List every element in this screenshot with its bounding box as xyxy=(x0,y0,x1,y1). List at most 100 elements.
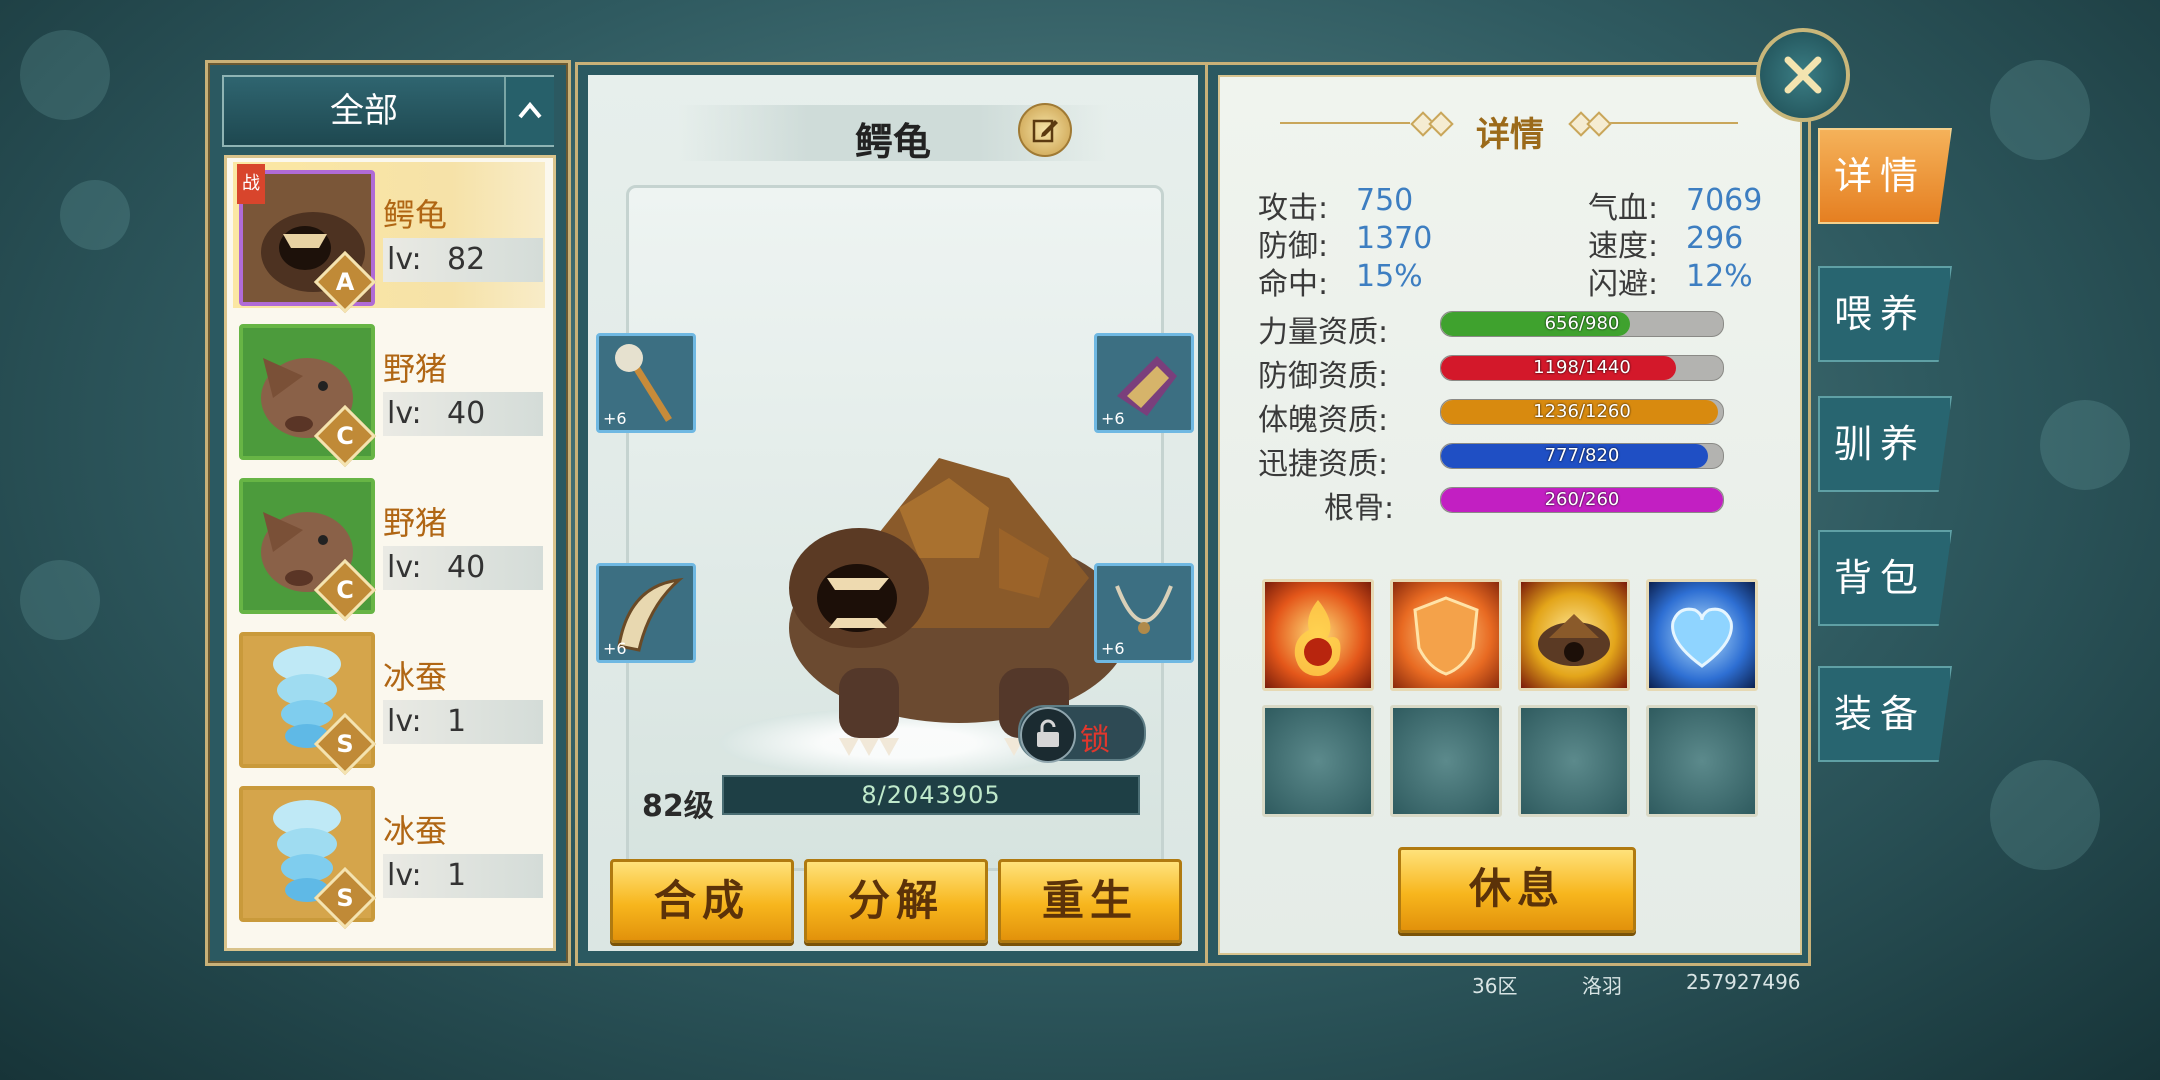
equip-slot-horn[interactable]: +6 xyxy=(596,563,696,663)
pet-list-item[interactable]: 冰蚕 lv: 1 S xyxy=(233,624,545,776)
rest-button[interactable]: 休息 xyxy=(1398,847,1636,933)
equip-slot-staff[interactable]: +6 xyxy=(596,333,696,433)
tab-train[interactable]: 驯养 xyxy=(1818,396,1952,492)
stat-value: 15% xyxy=(1356,259,1423,294)
aptitude-label: 根骨: xyxy=(1324,491,1395,526)
pet-level-value: 40 xyxy=(447,550,486,585)
aptitude-bar: 260/260 xyxy=(1440,487,1724,513)
pet-list[interactable]: 战 鳄龟 lv: 82 A 野猪 lv: 40 C 野猪 lv: 40 C 冰蚕… xyxy=(224,155,556,951)
pet-level: 82级 xyxy=(642,789,714,824)
pet-display-area: 鳄龟 +6 +6 +6 +6 锁 82级 8/2043905 合成 分解 重生 xyxy=(588,75,1198,951)
equip-enhance-level: +6 xyxy=(1101,639,1125,658)
pet-level-bar: lv: 1 xyxy=(383,854,543,898)
pet-level-value: 82 xyxy=(447,242,486,277)
exp-text: 8/2043905 xyxy=(861,781,1001,809)
aptitude-label: 防御资质: xyxy=(1258,359,1389,394)
empty-skill-slot[interactable] xyxy=(1518,705,1630,817)
equip-enhance-level: +6 xyxy=(603,639,627,658)
aptitude-text: 1236/1260 xyxy=(1533,401,1631,422)
pet-display-panel: 鳄龟 +6 +6 +6 +6 锁 82级 8/2043905 合成 分解 重生 xyxy=(575,62,1211,966)
tab-equipment[interactable]: 装备 xyxy=(1818,666,1952,762)
stat-value: 7069 xyxy=(1686,183,1763,218)
rebirth-button[interactable]: 重生 xyxy=(998,859,1182,943)
close-icon xyxy=(1784,56,1822,94)
combine-button[interactable]: 合成 xyxy=(610,859,794,943)
aptitude-text: 260/260 xyxy=(1544,489,1620,510)
pet-title: 鳄龟 xyxy=(854,120,931,164)
pet-name: 野猪 xyxy=(383,504,448,542)
aptitude-text: 777/820 xyxy=(1544,445,1620,466)
pet-level-bar: lv: 40 xyxy=(383,546,543,590)
stat-label: 命中: xyxy=(1258,267,1329,302)
skill-slot[interactable] xyxy=(1518,579,1630,691)
pet-list-item[interactable]: 野猪 lv: 40 C xyxy=(233,470,545,622)
pet-level-bar: lv: 40 xyxy=(383,392,543,436)
decompose-button[interactable]: 分解 xyxy=(804,859,988,943)
pet-level-value: 1 xyxy=(447,704,467,739)
aptitude-bar: 777/820 xyxy=(1440,443,1724,469)
rename-button[interactable] xyxy=(1018,103,1072,157)
detail-content: 详情 攻击: 750 气血: 7069 防御: 1370 速度: 296 命中:… xyxy=(1218,75,1802,955)
battle-tag: 战 xyxy=(237,164,265,204)
exp-bar: 8/2043905 xyxy=(722,775,1140,815)
tab-bag[interactable]: 背包 xyxy=(1818,530,1952,626)
lock-toggle[interactable]: 锁 xyxy=(1018,705,1146,763)
aptitude-label: 体魄资质: xyxy=(1258,403,1389,438)
pet-name: 冰蚕 xyxy=(383,658,448,696)
equip-enhance-level: +6 xyxy=(1101,409,1125,428)
pet-list-item[interactable]: 战 鳄龟 lv: 82 A xyxy=(233,162,545,314)
close-button[interactable] xyxy=(1756,28,1850,122)
detail-title: 详情 xyxy=(1476,115,1544,155)
pet-level-bar: lv: 1 xyxy=(383,700,543,744)
pet-level-label: lv: xyxy=(387,242,422,277)
pet-level-value: 40 xyxy=(447,396,486,431)
pet-list-item[interactable]: 野猪 lv: 40 C xyxy=(233,316,545,468)
aptitude-bar: 1236/1260 xyxy=(1440,399,1724,425)
empty-skill-slot[interactable] xyxy=(1262,705,1374,817)
tab-details[interactable]: 详情 xyxy=(1818,128,1952,224)
pet-name: 鳄龟 xyxy=(383,196,448,234)
aptitude-label: 力量资质: xyxy=(1258,315,1389,350)
aptitude-bar: 1198/1440 xyxy=(1440,355,1724,381)
stat-label: 闪避: xyxy=(1588,267,1659,302)
lock-label: 锁 xyxy=(1080,723,1110,758)
empty-skill-slot[interactable] xyxy=(1646,705,1758,817)
aptitude-text: 656/980 xyxy=(1544,313,1620,334)
stat-value: 1370 xyxy=(1356,221,1433,256)
pet-level-label: lv: xyxy=(387,396,422,431)
chevron-up-icon xyxy=(518,101,542,119)
pet-level-bar: lv: 82 xyxy=(383,238,543,282)
stat-value: 750 xyxy=(1356,183,1414,218)
fire-skill-icon xyxy=(1294,600,1341,676)
equip-slot-necklace[interactable]: +6 xyxy=(1094,563,1194,663)
pet-name: 野猪 xyxy=(383,350,448,388)
stat-value: 296 xyxy=(1686,221,1744,256)
aptitude-label: 迅捷资质: xyxy=(1258,447,1389,482)
collapse-button[interactable] xyxy=(504,77,554,145)
filter-label: 全部 xyxy=(330,91,398,131)
pet-level-label: lv: xyxy=(387,704,422,739)
filter-dropdown[interactable]: 全部 xyxy=(222,75,554,147)
pet-level-label: lv: xyxy=(387,858,422,893)
pet-level-value: 1 xyxy=(447,858,467,893)
skill-slot[interactable] xyxy=(1646,579,1758,691)
pet-list-item[interactable]: 冰蚕 lv: 1 S xyxy=(233,778,545,930)
skill-slot[interactable] xyxy=(1390,579,1502,691)
tab-feed[interactable]: 喂养 xyxy=(1818,266,1952,362)
heart-skill-icon xyxy=(1671,607,1733,668)
shield-skill-icon xyxy=(1413,596,1479,676)
skill-slot[interactable] xyxy=(1262,579,1374,691)
server-label: 36区 xyxy=(1472,974,1518,998)
pet-list-panel: 全部 战 鳄龟 lv: 82 A 野猪 lv: 40 C 野猪 lv: 40 C… xyxy=(205,60,571,966)
turtle-skill-icon xyxy=(1538,614,1610,666)
edit-icon xyxy=(1032,119,1058,143)
stat-value: 12% xyxy=(1686,259,1753,294)
player-name: 洛羽 xyxy=(1582,974,1622,998)
equip-enhance-level: +6 xyxy=(603,409,627,428)
player-id: 257927496 xyxy=(1686,970,1801,994)
aptitude-bar: 656/980 xyxy=(1440,311,1724,337)
empty-skill-slot[interactable] xyxy=(1390,705,1502,817)
aptitude-text: 1198/1440 xyxy=(1533,357,1631,378)
detail-panel: 详情 攻击: 750 气血: 7069 防御: 1370 速度: 296 命中:… xyxy=(1205,62,1811,966)
equip-slot-armor[interactable]: +6 xyxy=(1094,333,1194,433)
